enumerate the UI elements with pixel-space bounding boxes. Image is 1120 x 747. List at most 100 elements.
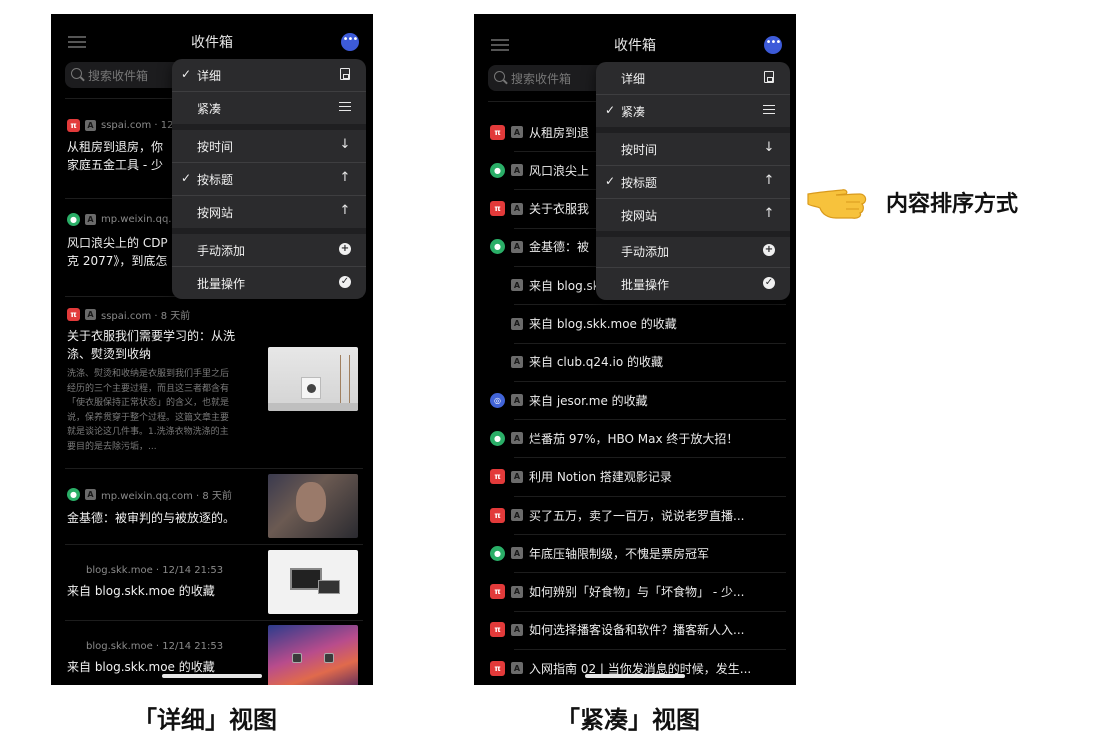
list-item[interactable]: π A 从租房到退: [490, 123, 589, 141]
divider: [514, 534, 786, 535]
movie-thumbnail: [268, 474, 358, 538]
search-icon: [494, 71, 505, 82]
divider: [514, 610, 786, 612]
list-item[interactable]: A 来自 blog.skk.moe 的收藏: [490, 315, 677, 333]
source-label: sspai.com · 8 天前: [101, 310, 191, 322]
sspai-favicon-icon: π: [490, 622, 505, 638]
item-source: π A sspai.com · 12: [67, 118, 173, 132]
globe-favicon-icon: ◎: [490, 392, 505, 408]
list-item[interactable]: A 来自 blog.skk.: [490, 276, 611, 294]
source-label: sspai.com · 12: [101, 119, 174, 131]
wechat-favicon-icon: ●: [490, 162, 505, 178]
list-item[interactable]: π A 买了五万，卖了一百万，说说老罗直播...: [490, 506, 744, 524]
menu-item-compact[interactable]: ✓ 紧凑: [596, 95, 790, 127]
arrow-up-icon: ↑: [763, 206, 775, 221]
list-item[interactable]: ● A 年底压轴限制级，不愧是票房冠军: [490, 544, 709, 562]
home-indicator[interactable]: [162, 674, 262, 678]
article-badge-icon: A: [511, 509, 523, 521]
article-badge-icon: A: [85, 119, 96, 131]
item-title-line: 风口浪尖上的 CDP: [67, 236, 168, 250]
favicon-placeholder: [490, 278, 505, 293]
list-item-title: 烂番茄 97%，HBO Max 终于放大招！: [529, 431, 739, 446]
list-item[interactable]: π A 关于衣服我: [490, 200, 589, 218]
excerpt-line: 「使衣服保持正常状态」的含义，也就是: [67, 398, 230, 408]
menu-item-detail[interactable]: 详细: [596, 62, 790, 94]
menu-item-manual-add[interactable]: 手动添加 +: [596, 235, 790, 267]
menu-item-sort-site[interactable]: 按网站 ↑: [172, 196, 366, 228]
divider: [65, 468, 363, 469]
divider: [65, 544, 363, 545]
list-item[interactable]: ● A 风口浪尖上: [490, 161, 589, 179]
sspai-favicon-icon: π: [490, 584, 505, 600]
menu-item-sort-time[interactable]: 按时间 ↓: [596, 133, 790, 165]
article-badge-icon: A: [511, 126, 523, 138]
menu-item-label: 手动添加: [197, 244, 246, 258]
more-options-icon[interactable]: •••: [341, 33, 359, 51]
search-icon: [71, 68, 82, 79]
menu-item-label: 紧凑: [197, 102, 222, 116]
divider: [514, 304, 786, 306]
document-icon: [340, 68, 350, 80]
article-badge-icon: A: [85, 488, 96, 500]
compact-view-screen: 收件箱 ••• 搜索收件箱 π A 从租房到退 ● A 风口浪尖上 π A 关于衣服我 ● A 金基德…: [474, 14, 796, 685]
menu-item-sort-site[interactable]: 按网站 ↑: [596, 199, 790, 231]
more-options-icon[interactable]: •••: [764, 36, 782, 54]
divider: [514, 572, 786, 574]
list-item[interactable]: ● A 金基德：被: [490, 238, 589, 256]
list-item-title: 如何选择播客设备和软件？播客新人入...: [529, 623, 745, 638]
article-badge-icon: A: [85, 308, 96, 320]
list-item-title: 年底压轴限制级，不愧是票房冠军: [529, 546, 710, 561]
item-source: ● A mp.weixin.qq.com · 8 天前: [67, 487, 232, 502]
home-indicator[interactable]: [585, 674, 685, 678]
plus-circle-icon: +: [763, 244, 775, 256]
check-circle-icon: ✓: [763, 277, 775, 289]
arrow-down-icon: ↓: [763, 140, 775, 155]
menu-item-label: 批量操作: [621, 278, 670, 292]
divider: [514, 495, 786, 497]
menu-item-sort-title[interactable]: ✓ 按标题 ↑: [172, 163, 366, 195]
menu-item-label: 手动添加: [621, 245, 670, 259]
menu-item-detail[interactable]: ✓ 详细: [172, 59, 366, 91]
menu-item-compact[interactable]: 紧凑: [172, 92, 366, 124]
divider: [514, 342, 786, 344]
list-item-title: 来自 jesor.me 的收藏: [529, 393, 648, 408]
article-badge-icon: A: [511, 585, 523, 598]
menu-item-label: 按网站: [621, 209, 658, 223]
list-item-title: 买了五万，卖了一百万，说说老罗直播...: [529, 508, 745, 523]
view-options-menu: 详细 ✓ 紧凑 按时间 ↓ ✓ 按标题 ↑ 按网站 ↑ 手动添加 + 批量操作 …: [596, 62, 790, 300]
list-item[interactable]: ● A 烂番茄 97%，HBO Max 终于放大招！: [490, 429, 738, 447]
checkmark-icon: ✓: [181, 171, 192, 185]
menu-item-sort-time[interactable]: 按时间 ↓: [172, 130, 366, 162]
list-item-title: 金基德：被: [529, 240, 590, 255]
favicon-placeholder: [490, 354, 505, 369]
menu-item-sort-title[interactable]: ✓ 按标题 ↑: [596, 166, 790, 198]
caption-detail-view: 「详细」视图: [133, 706, 277, 734]
list-item[interactable]: π A 利用 Notion 搭建观影记录: [490, 468, 672, 486]
list-item-title: 如何辨别「好食物」与「坏食物」 - 少...: [529, 585, 745, 600]
wechat-favicon-icon: ●: [490, 239, 505, 255]
menu-item-batch[interactable]: 批量操作 ✓: [172, 267, 366, 299]
sspai-favicon-icon: π: [67, 118, 80, 132]
list-item[interactable]: π A 如何辨别「好食物」与「坏食物」 - 少...: [490, 583, 744, 601]
item-source: blog.skk.moe · 12/14 21:53: [86, 563, 223, 577]
detail-view-screen: 收件箱 ••• 搜索收件箱 π A sspai.com · 12 从租房到退房，…: [51, 14, 373, 685]
checkmark-icon: ✓: [181, 67, 192, 81]
page-title: 收件箱: [614, 38, 656, 54]
menu-item-batch[interactable]: 批量操作 ✓: [596, 268, 790, 300]
item-title-line: 关于衣服我们需要学习的：从洗: [67, 329, 236, 343]
list-item-title: 利用 Notion 搭建观影记录: [529, 470, 672, 485]
wechat-favicon-icon: ●: [67, 487, 80, 501]
list-item[interactable]: π A 如何选择播客设备和软件？播客新人入...: [490, 621, 744, 639]
menu-item-manual-add[interactable]: 手动添加 +: [172, 234, 366, 266]
menu-item-label: 按标题: [621, 176, 658, 190]
list-item[interactable]: A 来自 club.q24.io 的收藏: [490, 353, 663, 371]
menu-item-label: 详细: [197, 69, 222, 83]
article-badge-icon: A: [511, 164, 523, 177]
arrow-up-icon: ↑: [339, 203, 351, 218]
menu-item-label: 紧凑: [621, 105, 646, 119]
checkmark-icon: ✓: [605, 174, 616, 188]
arrow-down-icon: ↓: [339, 137, 351, 152]
annotation-label: 内容排序方式: [886, 192, 1019, 217]
list-item[interactable]: ◎ A 来自 jesor.me 的收藏: [490, 391, 648, 409]
excerpt-line: 就是谈论这几件事。1.洗涤衣物洗涤的主: [67, 427, 229, 437]
